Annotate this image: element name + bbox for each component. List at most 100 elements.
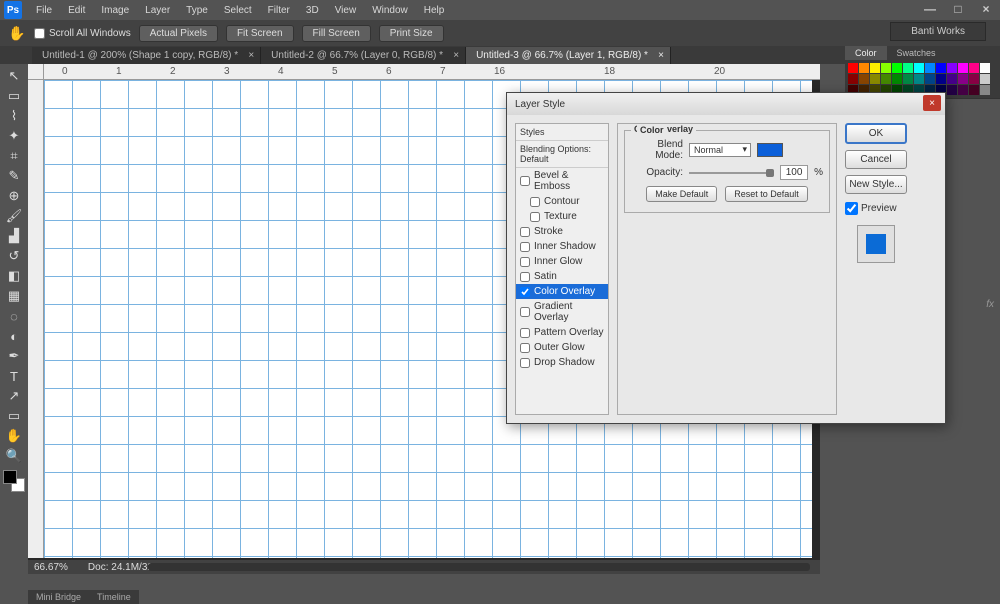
tool-zoom[interactable]: 🔍 xyxy=(2,446,26,466)
swatch[interactable] xyxy=(914,63,924,73)
style-checkbox[interactable] xyxy=(520,272,530,282)
swatch[interactable] xyxy=(947,74,957,84)
fg-color[interactable] xyxy=(3,470,17,484)
swatch[interactable] xyxy=(870,74,880,84)
timeline-tab[interactable]: Timeline xyxy=(89,590,139,604)
tool-crop[interactable]: ⌗ xyxy=(2,146,26,166)
blend-mode-select[interactable]: Normal xyxy=(689,143,751,157)
swatch[interactable] xyxy=(958,74,968,84)
swatch[interactable] xyxy=(892,74,902,84)
menu-select[interactable]: Select xyxy=(216,2,260,19)
swatch[interactable] xyxy=(859,74,869,84)
swatches-tab[interactable]: Swatches xyxy=(887,46,946,60)
swatch[interactable] xyxy=(903,63,913,73)
style-item-texture[interactable]: Texture xyxy=(516,209,608,224)
tool-dodge[interactable]: ◐ xyxy=(2,326,26,346)
horizontal-scrollbar[interactable] xyxy=(148,563,810,571)
swatch[interactable] xyxy=(980,74,990,84)
swatch[interactable] xyxy=(848,74,858,84)
swatch[interactable] xyxy=(848,63,858,73)
tool-eraser[interactable]: ◧ xyxy=(2,266,26,286)
swatch[interactable] xyxy=(969,85,979,95)
style-checkbox[interactable] xyxy=(530,197,540,207)
blending-options-header[interactable]: Blending Options: Default xyxy=(516,141,608,168)
dialog-titlebar[interactable]: Layer Style × xyxy=(507,93,945,115)
menu-filter[interactable]: Filter xyxy=(260,2,298,19)
close-button[interactable]: × xyxy=(972,0,1000,18)
style-checkbox[interactable] xyxy=(520,307,530,317)
swatch[interactable] xyxy=(881,63,891,73)
swatch[interactable] xyxy=(980,63,990,73)
tool-move[interactable]: ↖ xyxy=(2,66,26,86)
tool-marquee[interactable]: ▭ xyxy=(2,86,26,106)
style-item-satin[interactable]: Satin xyxy=(516,269,608,284)
overlay-color-swatch[interactable] xyxy=(757,143,783,157)
tool-brush[interactable]: 🖌 xyxy=(2,206,26,226)
style-checkbox[interactable] xyxy=(520,287,530,297)
swatch[interactable] xyxy=(859,63,869,73)
workspace-picker[interactable]: Banti Works xyxy=(890,22,986,41)
swatch[interactable] xyxy=(892,63,902,73)
fill-screen-button[interactable]: Fill Screen xyxy=(302,25,371,42)
preview-checkbox[interactable]: Preview xyxy=(845,202,907,215)
maximize-button[interactable]: □ xyxy=(944,0,972,18)
menu-3d[interactable]: 3D xyxy=(298,2,327,19)
ok-button[interactable]: OK xyxy=(845,123,907,144)
styles-header[interactable]: Styles xyxy=(516,124,608,141)
style-item-gradient-overlay[interactable]: Gradient Overlay xyxy=(516,299,608,325)
swatch[interactable] xyxy=(980,85,990,95)
menu-image[interactable]: Image xyxy=(93,2,137,19)
menu-layer[interactable]: Layer xyxy=(137,2,178,19)
style-checkbox[interactable] xyxy=(520,358,530,368)
swatch[interactable] xyxy=(925,63,935,73)
close-icon[interactable]: × xyxy=(248,50,254,61)
swatch[interactable] xyxy=(958,63,968,73)
style-checkbox[interactable] xyxy=(520,257,530,267)
cancel-button[interactable]: Cancel xyxy=(845,150,907,169)
zoom-level[interactable]: 66.67% xyxy=(34,562,68,573)
swatch[interactable] xyxy=(947,85,957,95)
print-size-button[interactable]: Print Size xyxy=(379,25,444,42)
minimize-button[interactable]: — xyxy=(916,0,944,18)
swatch[interactable] xyxy=(870,63,880,73)
style-checkbox[interactable] xyxy=(520,343,530,353)
tool-lasso[interactable]: ⌇ xyxy=(2,106,26,126)
preview-input[interactable] xyxy=(845,202,858,215)
style-item-stroke[interactable]: Stroke xyxy=(516,224,608,239)
tool-gradient[interactable]: ▦ xyxy=(2,286,26,306)
style-checkbox[interactable] xyxy=(520,328,530,338)
opacity-slider[interactable] xyxy=(689,167,774,179)
tool-shape[interactable]: ▭ xyxy=(2,406,26,426)
doc-tab-1[interactable]: Untitled-1 @ 200% (Shape 1 copy, RGB/8) … xyxy=(32,47,261,64)
actual-pixels-button[interactable]: Actual Pixels xyxy=(139,25,218,42)
style-item-inner-glow[interactable]: Inner Glow xyxy=(516,254,608,269)
menu-help[interactable]: Help xyxy=(416,2,453,19)
menu-type[interactable]: Type xyxy=(178,2,216,19)
tool-wand[interactable]: ✦ xyxy=(2,126,26,146)
close-icon[interactable]: × xyxy=(658,50,664,61)
menu-view[interactable]: View xyxy=(327,2,365,19)
fg-bg-colors[interactable] xyxy=(3,470,25,492)
style-item-bevel-emboss[interactable]: Bevel & Emboss xyxy=(516,168,608,194)
style-item-drop-shadow[interactable]: Drop Shadow xyxy=(516,355,608,370)
style-item-contour[interactable]: Contour xyxy=(516,194,608,209)
style-item-pattern-overlay[interactable]: Pattern Overlay xyxy=(516,325,608,340)
style-checkbox[interactable] xyxy=(530,212,540,222)
style-item-color-overlay[interactable]: Color Overlay xyxy=(516,284,608,299)
swatch[interactable] xyxy=(925,74,935,84)
tool-type[interactable]: T xyxy=(2,366,26,386)
swatch[interactable] xyxy=(969,74,979,84)
scroll-all-input[interactable] xyxy=(34,28,45,39)
swatch[interactable] xyxy=(958,85,968,95)
swatch[interactable] xyxy=(903,74,913,84)
style-item-inner-shadow[interactable]: Inner Shadow xyxy=(516,239,608,254)
color-tab[interactable]: Color xyxy=(845,46,887,60)
dialog-close-button[interactable]: × xyxy=(923,95,941,111)
opacity-value[interactable]: 100 xyxy=(780,165,808,180)
menu-file[interactable]: File xyxy=(28,2,60,19)
close-icon[interactable]: × xyxy=(453,50,459,61)
scroll-all-windows-checkbox[interactable]: Scroll All Windows xyxy=(34,28,131,39)
tool-stamp[interactable]: ▟ xyxy=(2,226,26,246)
style-checkbox[interactable] xyxy=(520,176,530,186)
fx-icon[interactable]: fx xyxy=(986,299,994,310)
